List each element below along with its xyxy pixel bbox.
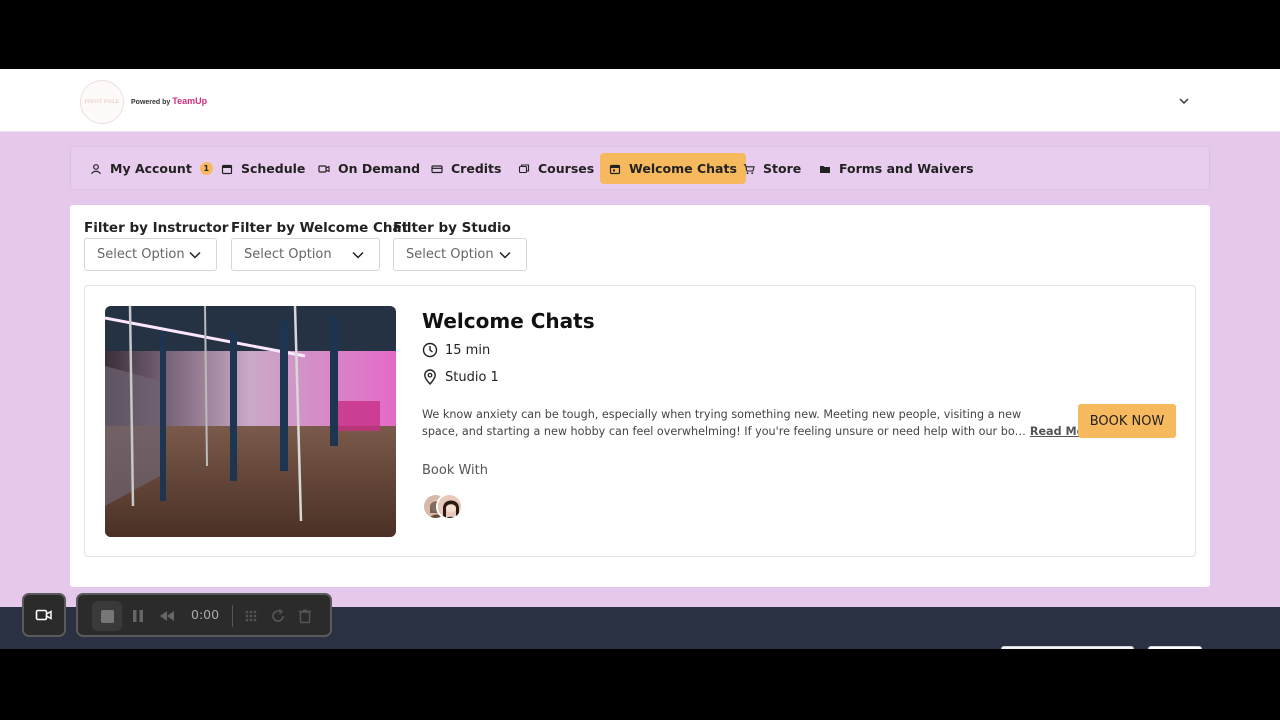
powered-by-label: Powered by [131,99,171,106]
nav-label: My Account [110,161,192,176]
book-with-label: Book With [422,463,489,478]
restart-icon[interactable] [269,607,287,625]
camera-icon [35,609,52,621]
toolbar-divider [232,605,233,627]
main-nav: My Account 1 Schedule On Demand Credits … [70,146,1210,190]
stop-icon [100,609,114,623]
courses-icon [518,163,530,173]
filter-instructor-label: Filter by Instructor [84,220,229,236]
event-duration: 15 min [422,342,490,358]
nav-forms-waivers[interactable]: Forms and Waivers [810,153,983,184]
event-location: Studio 1 [422,369,499,385]
location-text: Studio 1 [445,369,499,385]
nav-label: On Demand [338,161,421,176]
recording-toolbar: 0:00 [76,593,332,637]
event-title: Welcome Chats [422,309,595,333]
select-placeholder: Select Option [97,247,185,262]
user-icon [91,163,101,174]
chevron-down-icon[interactable] [1178,95,1190,107]
nav-on-demand[interactable]: On Demand [309,153,429,184]
nav-label: Credits [451,161,502,176]
filter-instructor-select[interactable]: Select Option [84,238,217,271]
stop-button[interactable] [92,601,122,631]
description-line-2: space, and starting a new hobby can feel… [422,425,1026,438]
studio-logo[interactable]: PIVOT POLE [80,80,124,124]
event-description: We know anxiety can be tough, especially… [422,406,1097,440]
trash-icon[interactable] [296,607,314,625]
calendar-icon [609,164,621,174]
pause-icon[interactable] [129,607,147,625]
folder-icon [820,165,830,173]
filter-welcome-chat-label: Filter by Welcome Chat [231,220,409,236]
grid-icon[interactable] [242,607,260,625]
welcome-chats-panel: Filter by Instructor Select Option Filte… [70,205,1210,587]
ticket-icon [431,164,443,173]
chevron-down-icon [189,251,201,259]
notification-badge: 1 [199,162,213,175]
avatar[interactable] [436,493,463,520]
camera-toggle-button[interactable] [22,593,66,637]
footer-button[interactable] [1001,646,1134,649]
nav-courses[interactable]: Courses [509,153,603,184]
nav-welcome-chats[interactable]: Welcome Chats [600,153,746,184]
rewind-icon[interactable] [158,607,176,625]
nav-my-account[interactable]: My Account 1 [81,153,222,184]
location-pin-icon [424,369,436,385]
footer-button[interactable] [1148,646,1202,649]
filter-welcome-chat-select[interactable]: Select Option [231,238,380,271]
chevron-down-icon [499,251,511,259]
recording-timer: 0:00 [191,607,220,622]
filter-studio-label: Filter by Studio [393,220,511,236]
app-frame: PIVOT POLE Powered by TeamUp My Account … [0,69,1280,649]
event-card: Welcome Chats 15 min Studio 1 We know an… [84,285,1196,557]
filter-studio-select[interactable]: Select Option [393,238,527,271]
brand-name: TeamUp [172,96,208,106]
clock-icon [422,342,438,358]
chevron-down-icon [352,251,364,259]
nav-credits[interactable]: Credits [422,153,510,184]
nav-label: Schedule [241,161,306,176]
description-line-1: We know anxiety can be tough, especially… [422,408,1022,421]
book-now-button[interactable]: BOOK NOW [1078,404,1176,438]
select-placeholder: Select Option [406,247,494,262]
video-icon [318,164,330,173]
nav-label: Courses [538,161,595,176]
calendar-icon [221,164,233,174]
cart-icon [743,163,755,174]
select-placeholder: Select Option [244,247,332,262]
nav-label: Store [763,161,802,176]
nav-store[interactable]: Store [734,153,810,184]
nav-label: Forms and Waivers [839,161,974,176]
top-header: PIVOT POLE Powered by TeamUp [0,69,1280,132]
studio-photo [105,306,396,537]
nav-schedule[interactable]: Schedule [212,153,314,184]
duration-text: 15 min [445,342,491,358]
powered-by: Powered by TeamUp [131,96,207,106]
nav-label: Welcome Chats [629,161,737,176]
logo-text: PIVOT POLE [84,99,120,105]
instructor-avatars [422,493,466,521]
